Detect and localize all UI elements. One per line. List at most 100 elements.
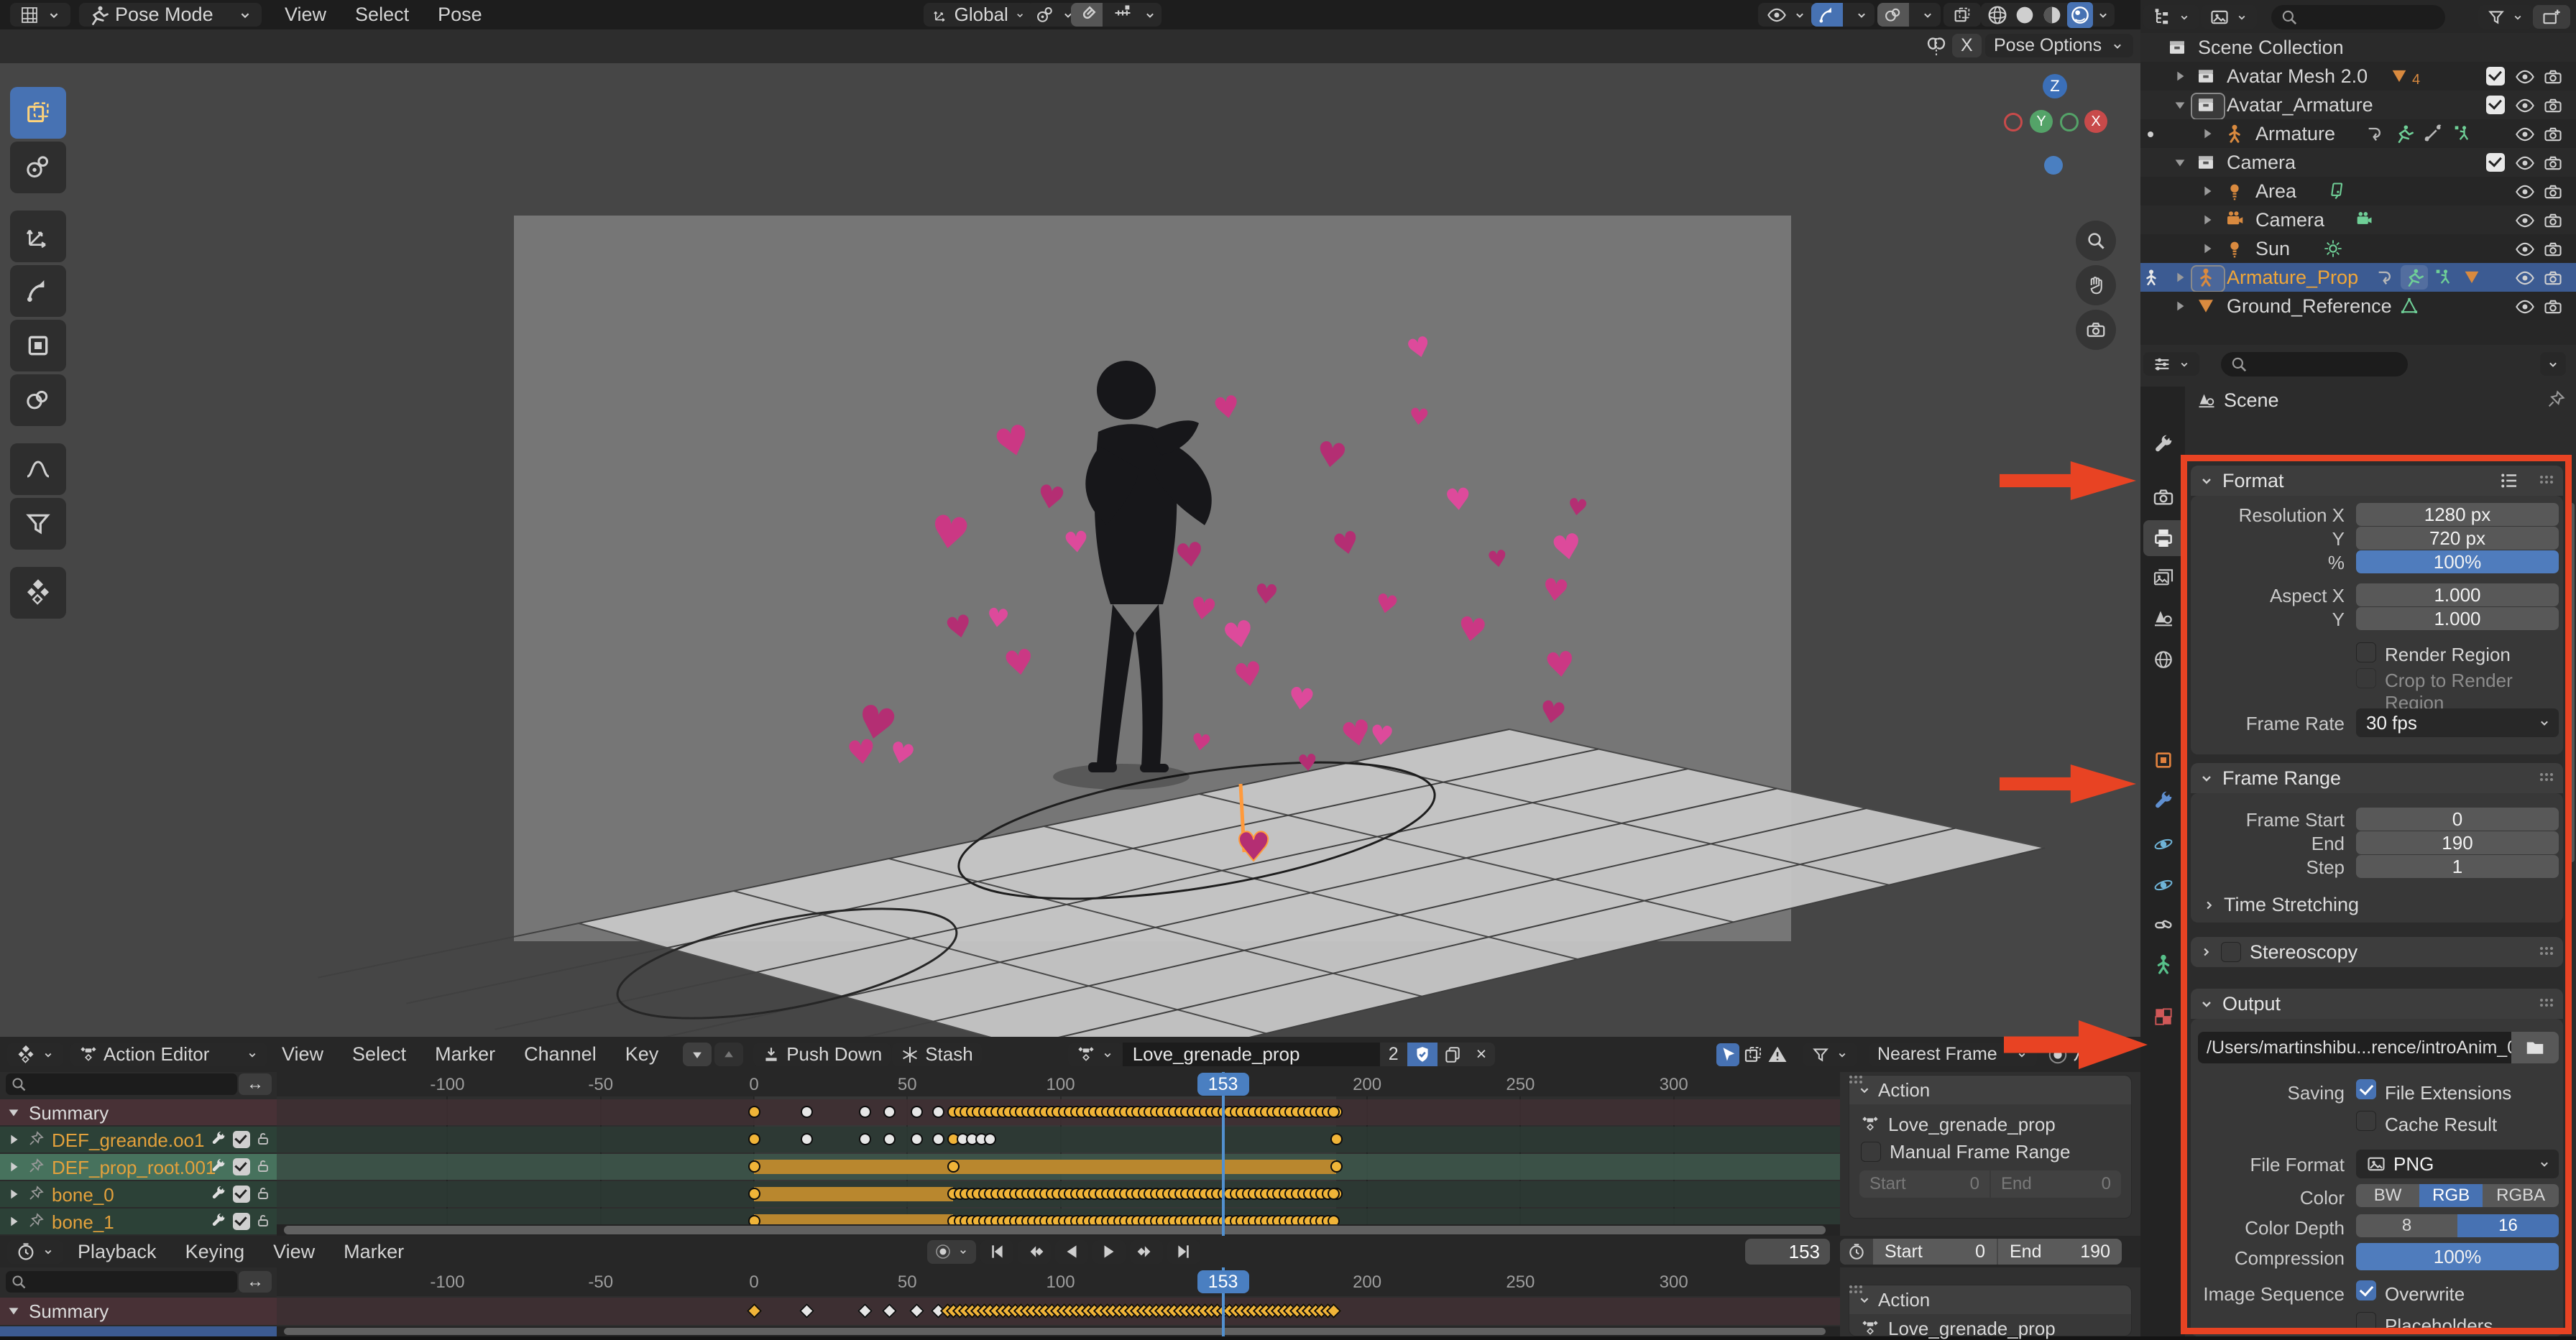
- keyframe[interactable]: [801, 1133, 813, 1145]
- tool-move[interactable]: [10, 211, 66, 262]
- tl-search-input[interactable]: [6, 1271, 237, 1293]
- chevron-down-icon[interactable]: [2096, 8, 2110, 22]
- drag-dots-icon[interactable]: [2111, 1294, 2124, 1306]
- outliner-filter-dropdown[interactable]: [2478, 5, 2533, 29]
- pin-icon[interactable]: [27, 1130, 45, 1147]
- properties-tab-world[interactable]: [2143, 642, 2184, 678]
- tool-annotate[interactable]: [10, 443, 66, 495]
- only-selected-toggle[interactable]: [1716, 1043, 1739, 1066]
- expander-icon[interactable]: [2199, 126, 2215, 142]
- hide-viewport-icon[interactable]: [2515, 153, 2535, 173]
- tool-select-box[interactable]: [10, 87, 66, 139]
- new-collection-button[interactable]: [2533, 5, 2570, 29]
- axis-x-ball[interactable]: X: [2084, 110, 2107, 133]
- play-reverse-button[interactable]: [1055, 1240, 1088, 1264]
- keyframe[interactable]: [932, 1106, 944, 1118]
- selectable-checkbox[interactable]: [2486, 153, 2505, 172]
- warning-icon[interactable]: [1767, 1044, 1788, 1066]
- keyframe[interactable]: [748, 1133, 760, 1145]
- axis-z-ball[interactable]: Z: [2043, 74, 2067, 98]
- outliner-row-ground-reference[interactable]: Ground_Reference: [2140, 292, 2576, 320]
- outliner-row-area[interactable]: Area: [2140, 177, 2576, 205]
- gizmo-toggle[interactable]: [1811, 3, 1843, 27]
- action-name-row[interactable]: Love_grenade_prop: [1849, 1110, 2131, 1139]
- axis-x-neg-ball[interactable]: [2004, 113, 2023, 131]
- channel-search-input[interactable]: [6, 1073, 237, 1095]
- properties-editor-button[interactable]: [2143, 352, 2199, 376]
- disable-render-icon[interactable]: [2543, 268, 2563, 288]
- expander-icon[interactable]: [6, 1303, 22, 1318]
- auto-keying-toggle[interactable]: [927, 1240, 976, 1264]
- hide-viewport-icon[interactable]: [2515, 67, 2535, 87]
- properties-tab-modifiers[interactable]: [2143, 783, 2184, 819]
- pin-icon[interactable]: [27, 1185, 45, 1202]
- pin-icon[interactable]: [27, 1212, 45, 1229]
- manual-frame-range-checkbox[interactable]: [1861, 1142, 1881, 1162]
- disable-render-icon[interactable]: [2543, 96, 2563, 116]
- hide-viewport-icon[interactable]: [2515, 297, 2535, 317]
- dope-sheet-body[interactable]: -100-50050100200250300↔SummaryDEF_greand…: [0, 1072, 2140, 1236]
- timeline-menu-keying[interactable]: Keying: [171, 1241, 259, 1263]
- hidden-channels-icon[interactable]: [1742, 1044, 1764, 1066]
- action-name-field[interactable]: Love_grenade_prop: [1123, 1043, 1380, 1066]
- channel-filter-toggle[interactable]: ↔: [239, 1073, 272, 1095]
- properties-tab-object[interactable]: [2143, 742, 2184, 778]
- mirror-x-button[interactable]: X: [1952, 34, 1982, 57]
- start-frame-field[interactable]: Start0: [1873, 1242, 1997, 1262]
- axis-y-ball[interactable]: Y: [2030, 110, 2053, 133]
- dope-filter-dropdown[interactable]: [1803, 1043, 1857, 1066]
- expander-icon[interactable]: [2172, 269, 2188, 285]
- channel-enable-checkbox[interactable]: [233, 1131, 250, 1148]
- hide-viewport-icon[interactable]: [2515, 239, 2535, 259]
- use-preview-range-toggle[interactable]: [1840, 1239, 1873, 1265]
- lock-open-icon[interactable]: [254, 1130, 272, 1147]
- expander-icon[interactable]: [6, 1159, 22, 1175]
- xray-toggle[interactable]: [1944, 3, 1981, 27]
- overlays-toggle[interactable]: [1877, 3, 1909, 27]
- outliner-row-scene-collection[interactable]: Scene Collection: [2140, 33, 2576, 62]
- expander-icon[interactable]: [2172, 68, 2188, 84]
- properties-tab-physics[interactable]: [2143, 867, 2184, 903]
- snap-toggle[interactable]: [1071, 3, 1103, 27]
- action-panel-2-header[interactable]: Action: [1849, 1285, 2131, 1314]
- properties-tab-view-layer[interactable]: [2143, 560, 2184, 596]
- action-end-field[interactable]: End0: [1991, 1170, 2121, 1198]
- hide-viewport-icon[interactable]: [2515, 211, 2535, 231]
- outliner-row-camera[interactable]: Camera: [2140, 148, 2576, 177]
- expander-icon[interactable]: [6, 1132, 22, 1147]
- hide-viewport-icon[interactable]: [2515, 268, 2535, 288]
- dope-hscroll-thumb[interactable]: [284, 1226, 1826, 1234]
- snap-with-button[interactable]: [1108, 3, 1137, 27]
- mode-dropdown[interactable]: Pose Mode: [79, 3, 262, 27]
- chevron-down-icon[interactable]: [1143, 8, 1157, 22]
- shading-solid-icon[interactable]: [2012, 3, 2037, 27]
- properties-tab-texture[interactable]: [2143, 999, 2184, 1035]
- 3d-viewport[interactable]: ♥♥♥♥♥♥♥♥♥♥♥♥♥♥♥♥♥♥♥♥♥♥♥♥♥♥♥♥♥♥♥♥♥♥♥ X Po…: [0, 29, 2140, 1037]
- keyframe[interactable]: [748, 1106, 760, 1118]
- fake-user-toggle[interactable]: [1407, 1043, 1438, 1066]
- expander-icon[interactable]: [6, 1186, 22, 1202]
- hide-viewport-icon[interactable]: [2515, 96, 2535, 116]
- push-down-button[interactable]: Push Down: [753, 1043, 891, 1066]
- tool-breakdowner[interactable]: [10, 567, 66, 619]
- tl-hscroll-thumb[interactable]: [284, 1328, 1826, 1335]
- end-frame-field[interactable]: End190: [1998, 1242, 2122, 1262]
- chevron-down-icon[interactable]: [1854, 8, 1869, 22]
- playhead-line[interactable]: [1222, 1072, 1225, 1236]
- shading-material-icon[interactable]: [2040, 3, 2064, 27]
- selectable-checkbox[interactable]: [2486, 67, 2505, 86]
- axis-y-neg-ball[interactable]: [2060, 113, 2079, 131]
- tl-filter-toggle[interactable]: ↔: [239, 1271, 272, 1293]
- menu-pose[interactable]: Pose: [423, 4, 497, 26]
- dope-mode-dropdown[interactable]: Action Editor: [70, 1043, 267, 1066]
- action-browse-button[interactable]: [1068, 1043, 1123, 1066]
- outliner-row-camera[interactable]: Camera: [2140, 205, 2576, 234]
- editor-type-button[interactable]: [10, 3, 70, 27]
- expander-icon[interactable]: [2199, 241, 2215, 257]
- filter-up-button[interactable]: [714, 1043, 743, 1066]
- expander-icon[interactable]: [2199, 183, 2215, 199]
- menu-view[interactable]: View: [270, 4, 341, 26]
- properties-tab-render[interactable]: [2143, 479, 2184, 515]
- properties-tab-particles[interactable]: [2143, 826, 2184, 862]
- dope-menu-key[interactable]: Key: [611, 1043, 673, 1066]
